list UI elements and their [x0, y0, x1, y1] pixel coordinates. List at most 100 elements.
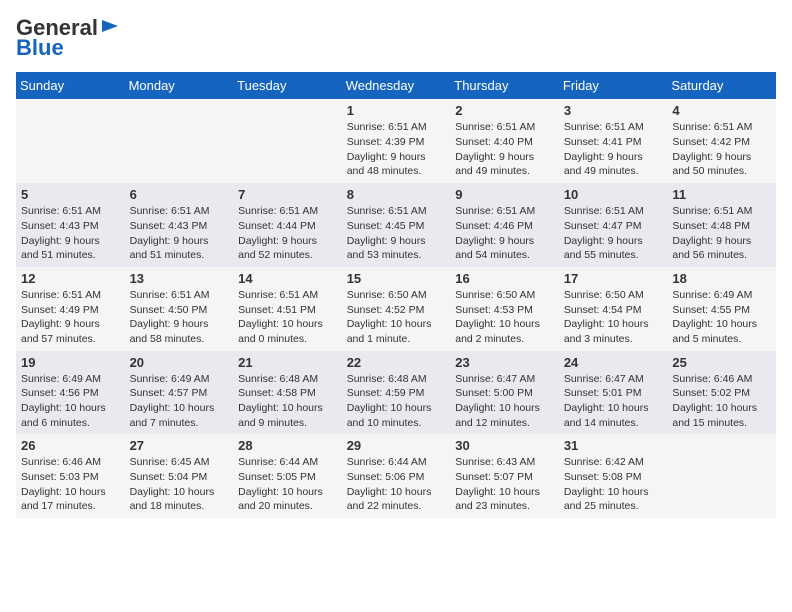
day-info: Sunrise: 6:51 AM Sunset: 4:43 PM Dayligh… — [130, 204, 229, 263]
day-number: 8 — [347, 187, 446, 202]
day-number: 31 — [564, 438, 663, 453]
day-info: Sunrise: 6:44 AM Sunset: 5:06 PM Dayligh… — [347, 455, 446, 514]
logo: General Blue — [16, 16, 120, 60]
day-info: Sunrise: 6:51 AM Sunset: 4:46 PM Dayligh… — [455, 204, 554, 263]
day-info: Sunrise: 6:42 AM Sunset: 5:08 PM Dayligh… — [564, 455, 663, 514]
day-number: 2 — [455, 103, 554, 118]
day-cell: 27 Sunrise: 6:45 AM Sunset: 5:04 PM Dayli… — [125, 434, 234, 518]
day-cell: 13 Sunrise: 6:51 AM Sunset: 4:50 PM Dayli… — [125, 267, 234, 351]
header-saturday: Saturday — [667, 72, 776, 99]
day-cell: 11 Sunrise: 6:51 AM Sunset: 4:48 PM Dayli… — [667, 183, 776, 267]
week-row-5: 26 Sunrise: 6:46 AM Sunset: 5:03 PM Dayli… — [16, 434, 776, 518]
day-info: Sunrise: 6:45 AM Sunset: 5:04 PM Dayligh… — [130, 455, 229, 514]
day-cell: 31 Sunrise: 6:42 AM Sunset: 5:08 PM Dayli… — [559, 434, 668, 518]
header-wednesday: Wednesday — [342, 72, 451, 99]
day-number: 11 — [672, 187, 771, 202]
day-cell: 8 Sunrise: 6:51 AM Sunset: 4:45 PM Daylig… — [342, 183, 451, 267]
day-number: 23 — [455, 355, 554, 370]
day-number: 24 — [564, 355, 663, 370]
day-number: 25 — [672, 355, 771, 370]
day-cell: 12 Sunrise: 6:51 AM Sunset: 4:49 PM Dayli… — [16, 267, 125, 351]
logo-blue-text: Blue — [16, 36, 64, 60]
day-number: 30 — [455, 438, 554, 453]
day-info: Sunrise: 6:43 AM Sunset: 5:07 PM Dayligh… — [455, 455, 554, 514]
day-info: Sunrise: 6:51 AM Sunset: 4:49 PM Dayligh… — [21, 288, 120, 347]
day-info: Sunrise: 6:51 AM Sunset: 4:45 PM Dayligh… — [347, 204, 446, 263]
day-info: Sunrise: 6:50 AM Sunset: 4:53 PM Dayligh… — [455, 288, 554, 347]
day-number: 13 — [130, 271, 229, 286]
day-cell — [233, 99, 342, 183]
day-cell: 5Sunrise: 6:51 AM Sunset: 4:43 PM Daylig… — [16, 183, 125, 267]
day-cell: 15Sunrise: 6:50 AM Sunset: 4:52 PM Dayli… — [342, 267, 451, 351]
day-number: 20 — [130, 355, 229, 370]
day-info: Sunrise: 6:48 AM Sunset: 4:59 PM Dayligh… — [347, 372, 446, 431]
day-number: 9 — [455, 187, 554, 202]
day-cell: 25 Sunrise: 6:46 AM Sunset: 5:02 PM Dayli… — [667, 351, 776, 435]
day-info: Sunrise: 6:47 AM Sunset: 5:01 PM Dayligh… — [564, 372, 663, 431]
day-number: 14 — [238, 271, 337, 286]
day-info: Sunrise: 6:51 AM Sunset: 4:42 PM Dayligh… — [672, 120, 771, 179]
day-cell: 4Sunrise: 6:51 AM Sunset: 4:42 PM Daylig… — [667, 99, 776, 183]
day-info: Sunrise: 6:51 AM Sunset: 4:50 PM Dayligh… — [130, 288, 229, 347]
day-cell: 29 Sunrise: 6:44 AM Sunset: 5:06 PM Dayli… — [342, 434, 451, 518]
day-cell — [667, 434, 776, 518]
day-info: Sunrise: 6:51 AM Sunset: 4:39 PM Dayligh… — [347, 120, 446, 179]
day-info: Sunrise: 6:51 AM Sunset: 4:44 PM Dayligh… — [238, 204, 337, 263]
day-cell: 6 Sunrise: 6:51 AM Sunset: 4:43 PM Daylig… — [125, 183, 234, 267]
day-cell: 24 Sunrise: 6:47 AM Sunset: 5:01 PM Dayli… — [559, 351, 668, 435]
day-number: 16 — [455, 271, 554, 286]
week-row-4: 19 Sunrise: 6:49 AM Sunset: 4:56 PM Dayli… — [16, 351, 776, 435]
day-cell: 2 Sunrise: 6:51 AM Sunset: 4:40 PM Daylig… — [450, 99, 559, 183]
day-number: 29 — [347, 438, 446, 453]
week-row-1: 1 Sunrise: 6:51 AM Sunset: 4:39 PM Daylig… — [16, 99, 776, 183]
day-cell: 1 Sunrise: 6:51 AM Sunset: 4:39 PM Daylig… — [342, 99, 451, 183]
day-number: 3 — [564, 103, 663, 118]
day-number: 28 — [238, 438, 337, 453]
day-info: Sunrise: 6:49 AM Sunset: 4:55 PM Dayligh… — [672, 288, 771, 347]
day-info: Sunrise: 6:51 AM Sunset: 4:48 PM Dayligh… — [672, 204, 771, 263]
day-cell: 19 Sunrise: 6:49 AM Sunset: 4:56 PM Dayli… — [16, 351, 125, 435]
day-cell: 17 Sunrise: 6:50 AM Sunset: 4:54 PM Dayli… — [559, 267, 668, 351]
day-cell: 22 Sunrise: 6:48 AM Sunset: 4:59 PM Dayli… — [342, 351, 451, 435]
day-cell: 18Sunrise: 6:49 AM Sunset: 4:55 PM Dayli… — [667, 267, 776, 351]
day-cell: 23 Sunrise: 6:47 AM Sunset: 5:00 PM Dayli… — [450, 351, 559, 435]
header-sunday: Sunday — [16, 72, 125, 99]
day-number: 17 — [564, 271, 663, 286]
day-number: 1 — [347, 103, 446, 118]
day-cell: 10Sunrise: 6:51 AM Sunset: 4:47 PM Dayli… — [559, 183, 668, 267]
day-number: 26 — [21, 438, 120, 453]
day-info: Sunrise: 6:46 AM Sunset: 5:02 PM Dayligh… — [672, 372, 771, 431]
day-number: 5 — [21, 187, 120, 202]
day-info: Sunrise: 6:49 AM Sunset: 4:56 PM Dayligh… — [21, 372, 120, 431]
day-info: Sunrise: 6:48 AM Sunset: 4:58 PM Dayligh… — [238, 372, 337, 431]
header-tuesday: Tuesday — [233, 72, 342, 99]
day-cell — [16, 99, 125, 183]
page-header: General Blue — [16, 16, 776, 60]
day-number: 12 — [21, 271, 120, 286]
day-info: Sunrise: 6:46 AM Sunset: 5:03 PM Dayligh… — [21, 455, 120, 514]
day-cell: 16 Sunrise: 6:50 AM Sunset: 4:53 PM Dayli… — [450, 267, 559, 351]
day-number: 21 — [238, 355, 337, 370]
day-number: 19 — [21, 355, 120, 370]
day-info: Sunrise: 6:44 AM Sunset: 5:05 PM Dayligh… — [238, 455, 337, 514]
day-number: 7 — [238, 187, 337, 202]
day-info: Sunrise: 6:51 AM Sunset: 4:40 PM Dayligh… — [455, 120, 554, 179]
day-info: Sunrise: 6:50 AM Sunset: 4:52 PM Dayligh… — [347, 288, 446, 347]
day-info: Sunrise: 6:51 AM Sunset: 4:51 PM Dayligh… — [238, 288, 337, 347]
day-info: Sunrise: 6:50 AM Sunset: 4:54 PM Dayligh… — [564, 288, 663, 347]
day-number: 6 — [130, 187, 229, 202]
day-cell: 7 Sunrise: 6:51 AM Sunset: 4:44 PM Daylig… — [233, 183, 342, 267]
day-number: 27 — [130, 438, 229, 453]
day-number: 10 — [564, 187, 663, 202]
day-info: Sunrise: 6:51 AM Sunset: 4:41 PM Dayligh… — [564, 120, 663, 179]
logo-arrow-icon — [100, 16, 120, 36]
header-friday: Friday — [559, 72, 668, 99]
day-cell: 26 Sunrise: 6:46 AM Sunset: 5:03 PM Dayli… — [16, 434, 125, 518]
day-number: 22 — [347, 355, 446, 370]
day-cell: 9 Sunrise: 6:51 AM Sunset: 4:46 PM Daylig… — [450, 183, 559, 267]
day-info: Sunrise: 6:49 AM Sunset: 4:57 PM Dayligh… — [130, 372, 229, 431]
header-thursday: Thursday — [450, 72, 559, 99]
calendar-table: SundayMondayTuesdayWednesdayThursdayFrid… — [16, 72, 776, 518]
day-cell: 14 Sunrise: 6:51 AM Sunset: 4:51 PM Dayli… — [233, 267, 342, 351]
day-info: Sunrise: 6:47 AM Sunset: 5:00 PM Dayligh… — [455, 372, 554, 431]
